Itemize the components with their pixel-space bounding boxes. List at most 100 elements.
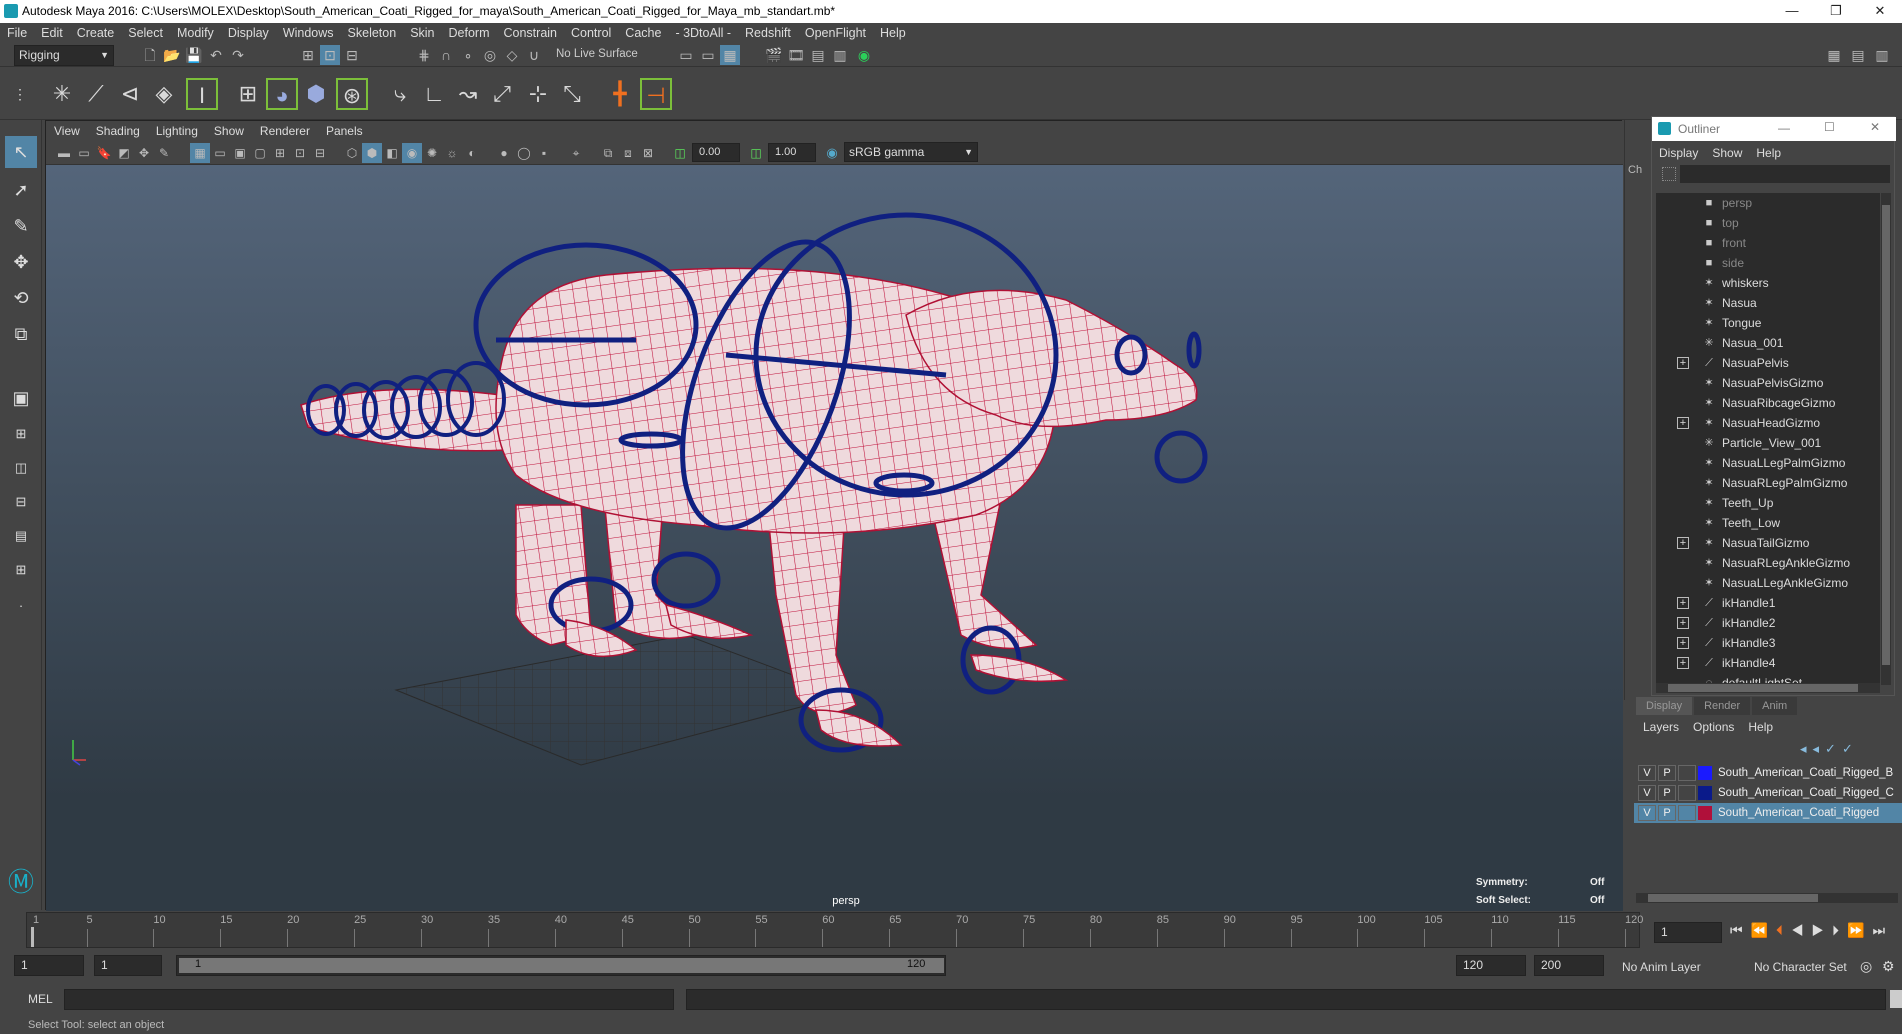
menu-cache[interactable]: Cache xyxy=(618,23,668,44)
layer-playback-toggle[interactable]: P xyxy=(1658,805,1676,821)
scale-tool-icon[interactable]: ⧉ xyxy=(5,318,37,350)
gate-mask-icon[interactable]: ▢ xyxy=(250,143,270,163)
viewport-menu-view[interactable]: View xyxy=(46,121,88,141)
new-scene-icon[interactable]: 🗋 xyxy=(140,45,160,65)
persp-outliner-layout-icon[interactable]: ◫ xyxy=(5,452,37,484)
outliner-item[interactable]: ■ front xyxy=(1656,233,1880,253)
menu-edit[interactable]: Edit xyxy=(34,23,70,44)
outliner-item[interactable]: ✶ Teeth_Low xyxy=(1656,513,1880,533)
ipr-render-icon[interactable]: 🎞 xyxy=(786,45,806,65)
xray-joints-icon[interactable]: ⧈ xyxy=(618,143,638,163)
snap-view-icon[interactable]: ◎ xyxy=(480,45,500,65)
outliner-item[interactable]: ✶ whiskers xyxy=(1656,273,1880,293)
outliner-close-button[interactable]: ✕ xyxy=(1870,120,1880,134)
outliner-item[interactable]: ✶ NasuaRLegPalmGizmo xyxy=(1656,473,1880,493)
outliner-item[interactable]: + ✶ NasuaHeadGizmo xyxy=(1656,413,1880,433)
minimize-button[interactable]: — xyxy=(1770,0,1814,23)
xray-icon[interactable]: ⧉ xyxy=(598,143,618,163)
outliner-item[interactable]: + ⟋ NasuaPelvis xyxy=(1656,353,1880,373)
animation-start-field[interactable]: 1 xyxy=(14,955,84,976)
expand-icon[interactable]: + xyxy=(1677,597,1689,609)
paint-select-icon[interactable]: ✎ xyxy=(5,210,37,242)
layer-visibility-toggle[interactable]: V xyxy=(1638,805,1656,821)
viewport-menu-panels[interactable]: Panels xyxy=(318,121,371,141)
hypershade-icon[interactable]: ◉ xyxy=(854,45,874,65)
outliner-item[interactable]: ■ top xyxy=(1656,213,1880,233)
camera-attributes-icon[interactable]: ▭ xyxy=(74,143,94,163)
menu-select[interactable]: Select xyxy=(121,23,170,44)
outliner-item[interactable]: ✶ NasuaLLegAnkleGizmo xyxy=(1656,573,1880,593)
shadows-icon[interactable]: ☼ xyxy=(442,143,462,163)
point-constraint-icon[interactable]: ⊹ xyxy=(522,78,554,110)
outliner-item[interactable]: ✶ Nasua xyxy=(1656,293,1880,313)
wireframe-on-shaded-icon[interactable]: ◧ xyxy=(382,143,402,163)
outliner-minimize-button[interactable]: — xyxy=(1778,121,1790,135)
parent-constraint-icon[interactable]: ╋ xyxy=(604,78,636,110)
layer-tab-anim[interactable]: Anim xyxy=(1752,697,1798,715)
outliner-item[interactable]: ■ persp xyxy=(1656,193,1880,213)
ambient-occlusion-icon[interactable]: ◐ xyxy=(462,143,482,163)
outliner-scroll-thumb[interactable] xyxy=(1882,205,1890,665)
outliner-item[interactable]: + ⟋ ikHandle4 xyxy=(1656,653,1880,673)
animation-preferences-icon[interactable]: ⚙ xyxy=(1882,958,1895,975)
film-gate-icon[interactable]: ▭ xyxy=(210,143,230,163)
wireframe-icon[interactable]: ⬡ xyxy=(342,143,362,163)
layer-color-swatch[interactable] xyxy=(1698,786,1712,800)
lattice-icon[interactable]: ⬢ xyxy=(300,78,332,110)
outliner-item[interactable]: + ⟋ ikHandle1 xyxy=(1656,593,1880,613)
bookmark-icon[interactable]: 🔖 xyxy=(94,143,114,163)
outliner-hscroll-thumb[interactable] xyxy=(1668,684,1858,692)
expand-icon[interactable]: + xyxy=(1677,657,1689,669)
go-to-end-icon[interactable]: ⏭ xyxy=(1872,922,1893,938)
orient-constraint-icon[interactable]: ⊣ xyxy=(640,78,672,110)
layer-tab-render[interactable]: Render xyxy=(1694,697,1751,715)
mirror-joint-icon[interactable]: ⊲ xyxy=(114,78,146,110)
playback-controls[interactable]: ⏮⏪⏴◀▶⏵⏩⏭ xyxy=(1730,922,1893,939)
expand-icon[interactable]: + xyxy=(1677,417,1689,429)
anim-layer-label[interactable]: No Anim Layer xyxy=(1622,960,1701,974)
go-to-start-icon[interactable]: ⏮ xyxy=(1730,922,1751,938)
current-time-marker[interactable] xyxy=(31,927,34,947)
menu-create[interactable]: Create xyxy=(70,23,122,44)
shelf-options-icon[interactable]: ⋮ xyxy=(8,78,32,110)
current-frame-field[interactable]: 1 xyxy=(1654,922,1722,943)
menu-file[interactable]: File xyxy=(0,23,34,44)
script-language-label[interactable]: MEL xyxy=(28,992,53,1006)
layer-display-type-toggle[interactable] xyxy=(1678,805,1696,821)
time-slider[interactable]: 1 5 10 15 20 25 30 35 40 45 50 55 60 65 70 75 80 85 90 95 10… xyxy=(0,912,1902,952)
grease-pencil-icon[interactable]: ✎ xyxy=(154,143,174,163)
channel-box-toggle-icon[interactable]: ▤ xyxy=(1848,45,1868,65)
single-perspective-layout-icon[interactable]: ▣ xyxy=(5,382,37,414)
3d-scene[interactable]: persp Symmetry: Off Soft Select: Off xyxy=(46,165,1623,911)
close-button[interactable]: ✕ xyxy=(1858,0,1902,23)
menu-modify[interactable]: Modify xyxy=(170,23,221,44)
expand-icon[interactable]: + xyxy=(1677,617,1689,629)
layer-menu-options[interactable]: Options xyxy=(1686,717,1741,737)
outliner-item[interactable]: ✳ Nasua_001 xyxy=(1656,333,1880,353)
insert-joint-icon[interactable]: ⟋ xyxy=(80,78,112,110)
menu-constrain[interactable]: Constrain xyxy=(497,23,565,44)
aim-constraint-icon[interactable]: ⤡ xyxy=(556,78,588,110)
outliner-search-input[interactable] xyxy=(1680,165,1890,183)
display-layer-row[interactable]: V P South_American_Coati_Rigged_C xyxy=(1634,783,1902,803)
gamma-icon[interactable]: ◫ xyxy=(746,143,766,163)
input-ops-icon[interactable]: ▭ xyxy=(676,45,696,65)
render-settings-icon[interactable]: ▤ xyxy=(808,45,828,65)
isolate-select-icon[interactable]: ⌖ xyxy=(566,143,586,163)
layer-menu-layers[interactable]: Layers xyxy=(1636,717,1686,737)
attribute-editor-toggle-icon[interactable]: ▥ xyxy=(1872,45,1892,65)
layer-display-type-toggle[interactable] xyxy=(1678,785,1696,801)
ik-spline-icon[interactable]: ∟ xyxy=(418,78,450,110)
select-hierarchy-icon[interactable]: ⊞ xyxy=(298,45,318,65)
display-layer-row[interactable]: V P South_American_Coati_Rigged xyxy=(1634,803,1902,823)
expand-icon[interactable]: + xyxy=(1677,357,1689,369)
layer-playback-toggle[interactable]: P xyxy=(1658,785,1676,801)
playback-start-field[interactable]: 1 xyxy=(94,955,162,976)
open-scene-icon[interactable]: 📂 xyxy=(162,45,182,65)
anti-aliasing-icon[interactable]: ◯ xyxy=(514,143,534,163)
outliner-item[interactable]: ✶ NasuaPelvisGizmo xyxy=(1656,373,1880,393)
layer-color-swatch[interactable] xyxy=(1698,806,1712,820)
bind-skin-icon[interactable]: ⊞ xyxy=(232,78,264,110)
outliner-menu-display[interactable]: Display xyxy=(1652,143,1705,163)
channel-box-tab[interactable]: Ch xyxy=(1628,164,1642,176)
